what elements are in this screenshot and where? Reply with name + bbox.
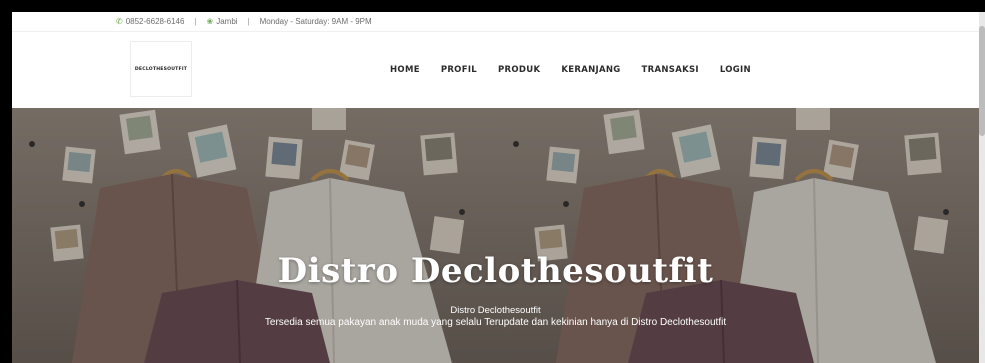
phone-icon: ✆ <box>116 17 123 26</box>
hero-title: Distro Declothesoutfit <box>277 251 714 291</box>
scrollbar-thumb[interactable] <box>979 26 985 136</box>
nav-keranjang[interactable]: KERANJANG <box>561 65 620 75</box>
location-text: Jambi <box>216 17 238 26</box>
logo[interactable]: DECLOTHESOUTFIT <box>130 41 192 97</box>
header: DECLOTHESOUTFIT HOME PROFIL PRODUK KERAN… <box>12 32 979 108</box>
hours-text: Monday - Saturday: 9AM - 9PM <box>259 17 372 26</box>
logo-text: DECLOTHESOUTFIT <box>134 66 188 72</box>
nav-produk[interactable]: PRODUK <box>498 65 540 75</box>
nav-transaksi[interactable]: TRANSAKSI <box>642 65 699 75</box>
hero-banner: Distro Declothesoutfit Distro Declotheso… <box>12 108 979 363</box>
hero-description: Tersedia semua pakayan anak muda yang se… <box>264 317 727 328</box>
main-nav: HOME PROFIL PRODUK KERANJANG TRANSAKSI L… <box>390 32 772 108</box>
scrollbar[interactable] <box>979 12 985 363</box>
nav-home[interactable]: HOME <box>390 65 420 75</box>
topbar: ✆ 0852-6628-6146 | ❀ Jambi | Monday - Sa… <box>12 12 979 32</box>
topbar-hours: Monday - Saturday: 9AM - 9PM <box>260 17 372 26</box>
nav-profil[interactable]: PROFIL <box>441 65 477 75</box>
divider: | <box>247 17 250 26</box>
topbar-location: ❀ Jambi <box>207 17 238 26</box>
divider: | <box>194 17 197 26</box>
location-icon: ❀ <box>206 17 214 26</box>
topbar-phone: ✆ 0852-6628-6146 <box>116 17 184 26</box>
hero-subtitle: Distro Declothesoutfit <box>450 305 541 316</box>
phone-text: 0852-6628-6146 <box>125 17 185 26</box>
nav-login[interactable]: LOGIN <box>720 65 751 75</box>
page: ✆ 0852-6628-6146 | ❀ Jambi | Monday - Sa… <box>12 12 979 363</box>
